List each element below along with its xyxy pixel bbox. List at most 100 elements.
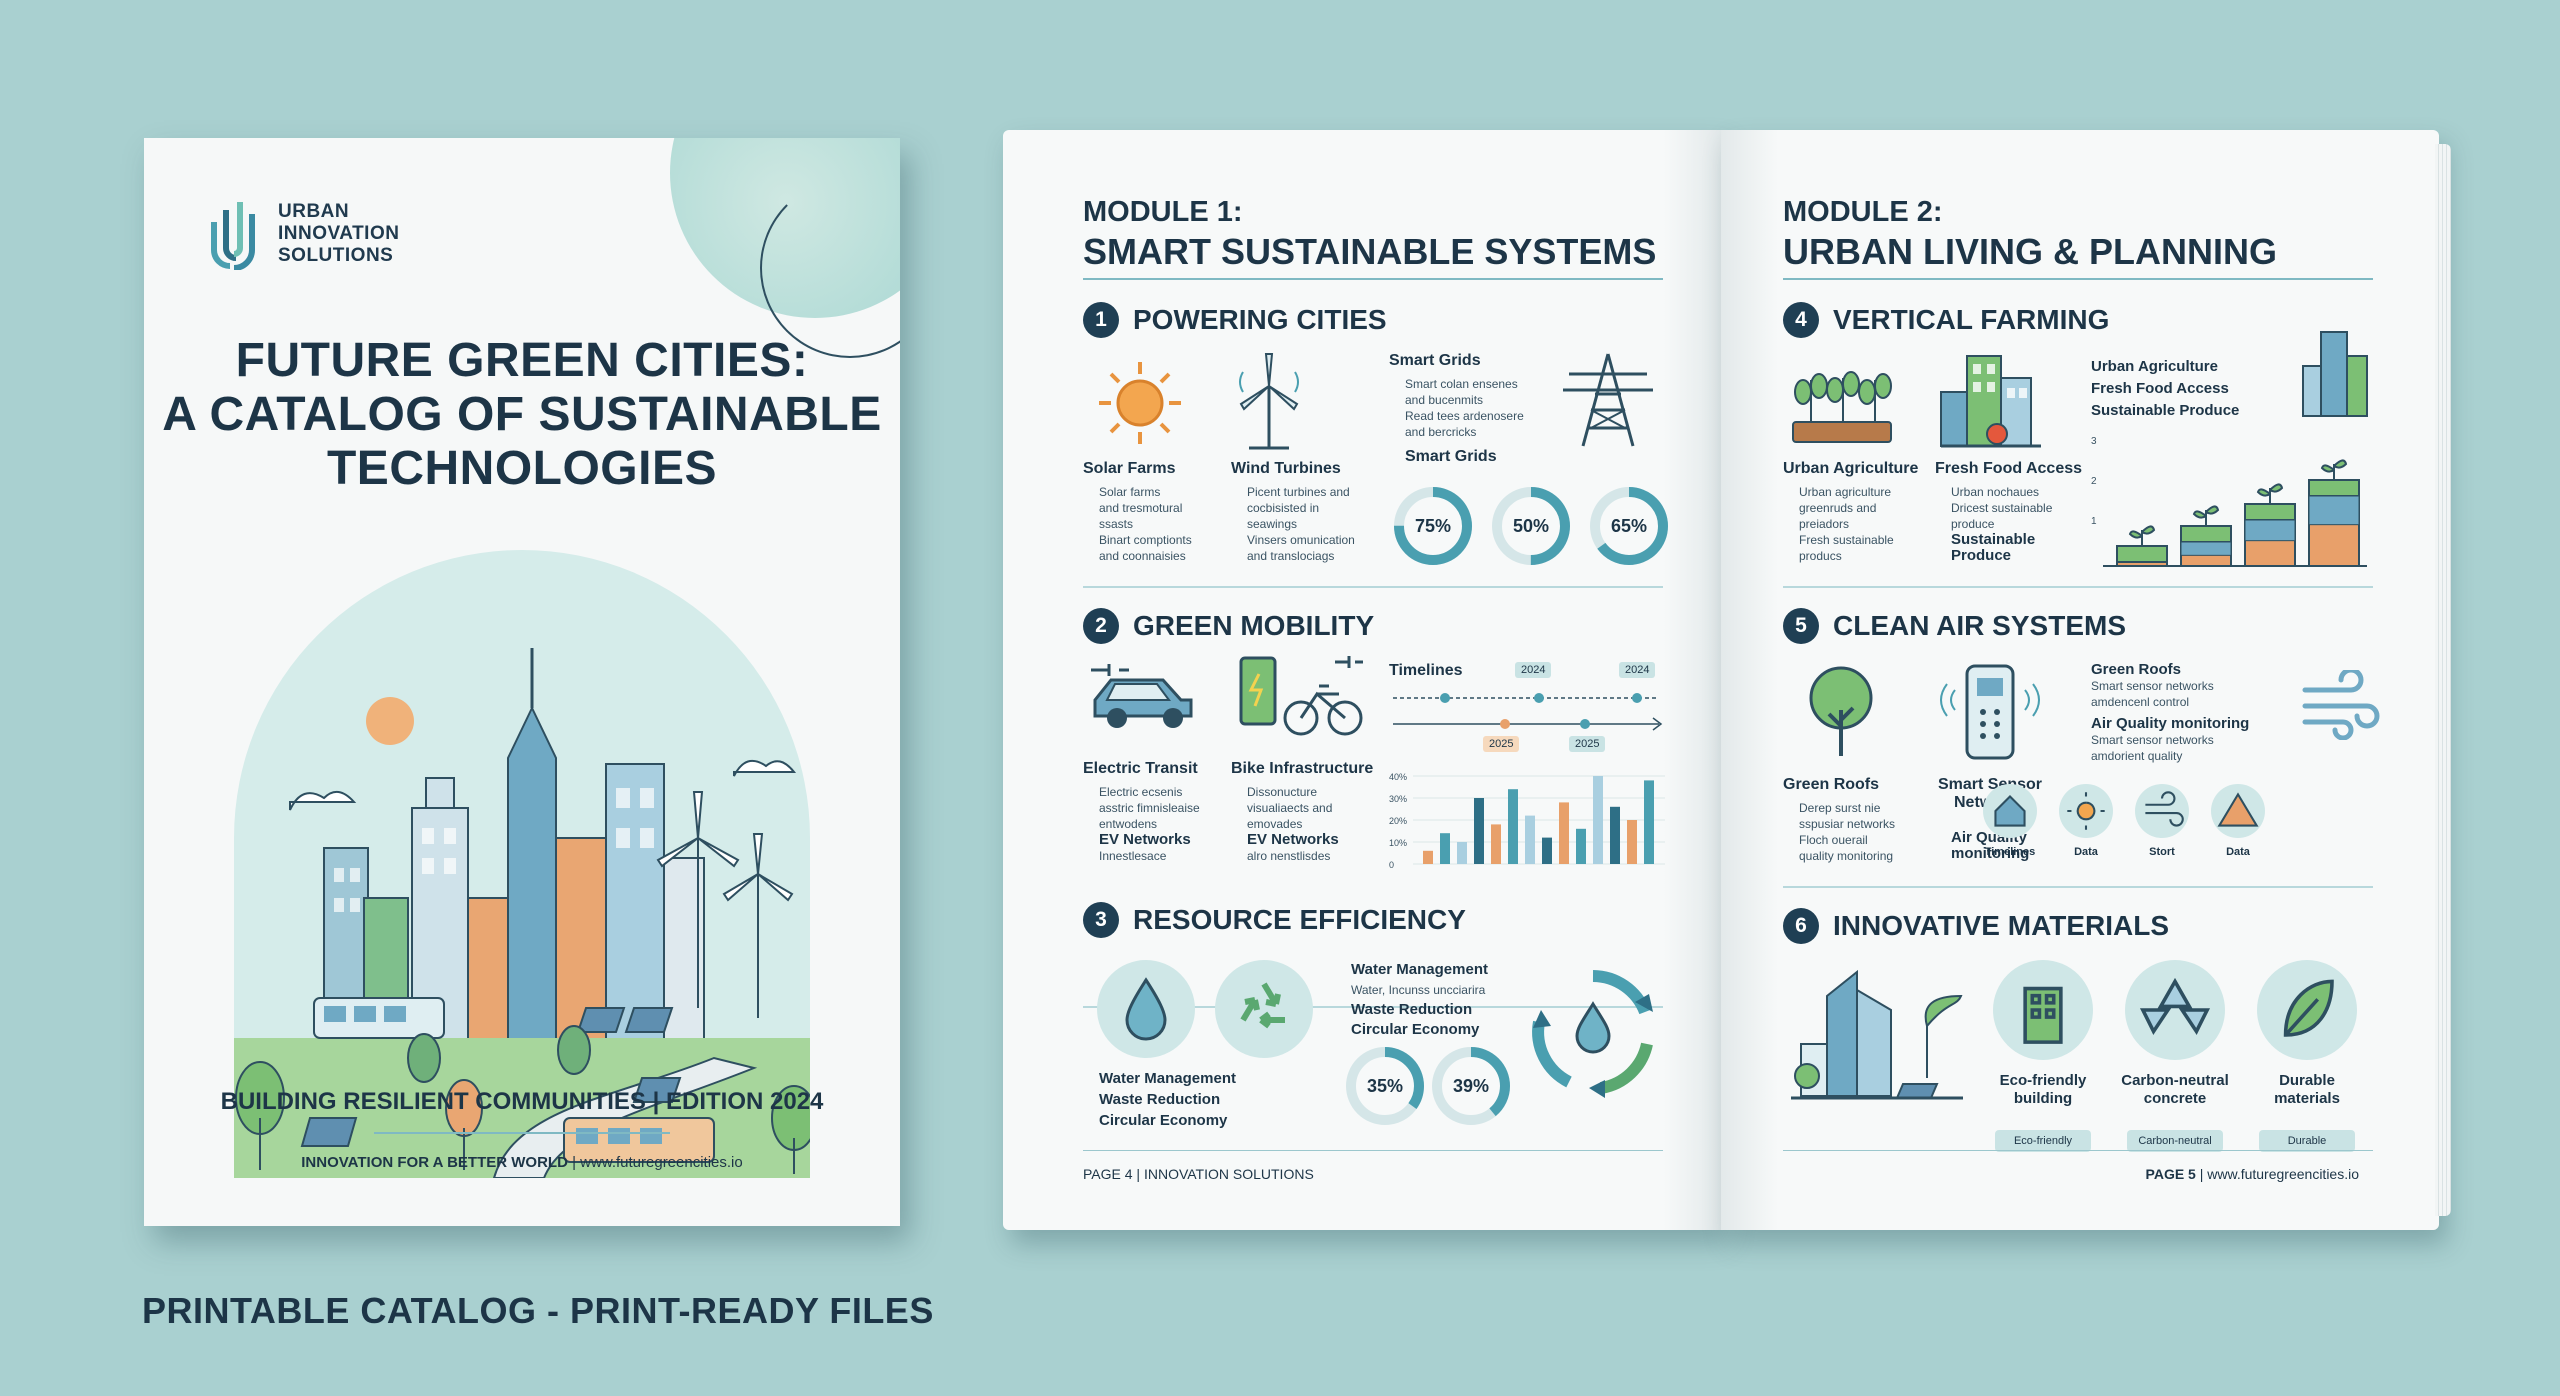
wind-air-icon xyxy=(2302,670,2380,740)
icon-caption: Data xyxy=(2074,846,2098,858)
roofs-bullets: Derep surst nie sspusiar networks Floch … xyxy=(1799,800,1895,864)
wind-turbines-label: Wind Turbines xyxy=(1231,460,1341,477)
green-roofs-label: Green Roofs xyxy=(1783,776,1880,793)
bullet: Urban nochaues xyxy=(1951,485,2040,499)
list-item: Waste Reduction xyxy=(1099,1091,1221,1108)
y-tick-label: 3 xyxy=(2091,436,2097,447)
timeline-tag: 2024 xyxy=(1619,662,1656,678)
page-4: MODULE 1: SMART SUSTAINABLE SYSTEMS 1 PO… xyxy=(1003,130,1721,1230)
list-item: Waste Reduction xyxy=(1351,1001,1473,1018)
plant-tray-icon xyxy=(1792,371,1892,443)
eco-building-icon xyxy=(1791,969,1963,1100)
y-tick-label: 40% xyxy=(1389,772,1407,782)
sun-icon xyxy=(1099,362,1181,444)
bullet: and bercricks xyxy=(1405,425,1477,439)
bar xyxy=(1525,815,1535,864)
bullet: cocbisisted in xyxy=(1247,501,1320,515)
page-url: | www.futuregreencities.io xyxy=(2195,1166,2359,1182)
city-buildings-icon xyxy=(1940,355,2041,448)
bullet: produce xyxy=(1951,517,1995,531)
bullet: Picent turbines and xyxy=(1247,485,1350,499)
y-tick-label: 2 xyxy=(2091,476,2097,487)
divider xyxy=(1083,278,1663,280)
material-tag: Eco-friendly xyxy=(1995,1130,2091,1152)
agri-list: Urban Agriculture Fresh Food Access Sust… xyxy=(2091,356,2239,422)
divider xyxy=(1783,886,2373,888)
bullet: greenruds and xyxy=(1799,501,1877,515)
section-vertical-farming: 4 VERTICAL FARMING xyxy=(1783,302,2109,338)
urban-agriculture-label: Urban Agriculture xyxy=(1783,460,1919,477)
section-number: 3 xyxy=(1083,902,1119,938)
circular-economy-icon xyxy=(1532,970,1653,1098)
tree-icon xyxy=(1809,666,1873,756)
smart-grids-label: Smart Grids xyxy=(1405,448,1497,465)
solar-farms-label: Solar Farms xyxy=(1083,460,1176,477)
page-edges xyxy=(2435,144,2451,1216)
ev-charger-bike-icon xyxy=(1239,656,1363,736)
water-drop-icon xyxy=(1097,960,1195,1058)
icon-caption: Timelines xyxy=(1984,846,2036,858)
progress-donut: 35% xyxy=(1343,1044,1427,1128)
green-building-icon xyxy=(1993,960,2093,1060)
section-clean-air: 5 CLEAN AIR SYSTEMS xyxy=(1783,608,2126,644)
footer-rule xyxy=(1083,1150,1663,1151)
bullet: producs xyxy=(1799,549,1842,563)
timeline-tag: 2025 xyxy=(1569,736,1606,752)
bullet: Electric ecsenis xyxy=(1099,785,1183,799)
cover-title: FUTURE GREEN CITIES: A CATALOG OF SUSTAI… xyxy=(144,334,900,496)
cover-url: | www.futuregreencities.io xyxy=(567,1154,743,1171)
ev-networks-label: EV Networks xyxy=(1247,831,1339,848)
y-tick-label: 30% xyxy=(1389,794,1407,804)
catalog-spread: MODULE 1: SMART SUSTAINABLE SYSTEMS 1 PO… xyxy=(1003,130,2451,1232)
icon-caption: Data xyxy=(2226,846,2250,858)
list-head: Air Quality monitoring xyxy=(2091,715,2250,732)
section-title: RESOURCE EFFICIENCY xyxy=(1133,904,1466,935)
skyline-icon xyxy=(2302,331,2368,417)
divider xyxy=(1783,278,2373,280)
city-illustration xyxy=(234,550,810,1178)
bullet: Read tees ardenosere xyxy=(1405,409,1524,423)
planter-bar xyxy=(2308,459,2360,567)
sun-icon xyxy=(2059,784,2113,838)
bullet: emovades xyxy=(1247,817,1303,831)
bullet: preiadors xyxy=(1799,517,1850,531)
ffa-bullets: Urban nochaues Dricest sustainable produ… xyxy=(1951,484,2052,564)
bullet: Vinsers omunication xyxy=(1247,533,1355,547)
bullet: entwodens xyxy=(1099,817,1158,831)
bullet: Dissonucture xyxy=(1247,785,1318,799)
brand-line: URBAN xyxy=(278,201,350,222)
ev-networks-label: EV Networks xyxy=(1099,831,1191,848)
page-footer: PAGE 5 | www.futuregreencities.io xyxy=(2146,1166,2359,1182)
module-heading: MODULE 1: SMART SUSTAINABLE SYSTEMS xyxy=(1083,196,1656,273)
y-tick-label: 1 xyxy=(2091,516,2097,527)
bar xyxy=(1423,850,1433,864)
footer-rule xyxy=(1783,1150,2373,1151)
donut-label: 39% xyxy=(1452,1076,1490,1096)
section-number: 4 xyxy=(1783,302,1819,338)
progress-donut: 39% xyxy=(1429,1044,1513,1128)
bullet: Binart comptionts xyxy=(1099,533,1192,547)
electric-car-icon xyxy=(1091,664,1193,728)
transit-bullets: Electric ecsenis asstric fimnisleaise en… xyxy=(1099,784,1200,864)
bar xyxy=(1576,828,1586,864)
module-title: URBAN LIVING & PLANNING xyxy=(1783,231,2277,272)
section-title: GREEN MOBILITY xyxy=(1133,610,1375,641)
resource-list-b: Water Management Water, Incunss uncciari… xyxy=(1351,960,1488,1040)
divider xyxy=(1783,586,2373,588)
bike-infrastructure-label: Bike Infrastructure xyxy=(1231,760,1374,777)
brand-block: URBAN INNOVATION SOLUTIONS xyxy=(208,198,399,270)
module-heading: MODULE 2: URBAN LIVING & PLANNING xyxy=(1783,196,2277,273)
donut-label: 50% xyxy=(1512,516,1550,536)
section-innovative-materials: 6 INNOVATIVE MATERIALS xyxy=(1783,908,2169,944)
progress-donut: 75% xyxy=(1391,484,1475,568)
bar xyxy=(1593,776,1603,864)
solar-bullets: Solar farms and tresmotural ssasts Binar… xyxy=(1099,484,1192,564)
bullet: Innestlesace xyxy=(1099,849,1167,863)
cover-subtitle: BUILDING RESILIENT COMMUNITIES | EDITION… xyxy=(220,1088,824,1115)
section-title: CLEAN AIR SYSTEMS xyxy=(1833,610,2126,641)
cover-title-line: FUTURE GREEN CITIES: xyxy=(235,334,809,387)
y-tick-label: 0 xyxy=(1389,860,1394,870)
list-item: Sustainable Produce xyxy=(2091,402,2240,419)
donut-label: 35% xyxy=(1366,1076,1404,1096)
divider xyxy=(374,1132,670,1134)
